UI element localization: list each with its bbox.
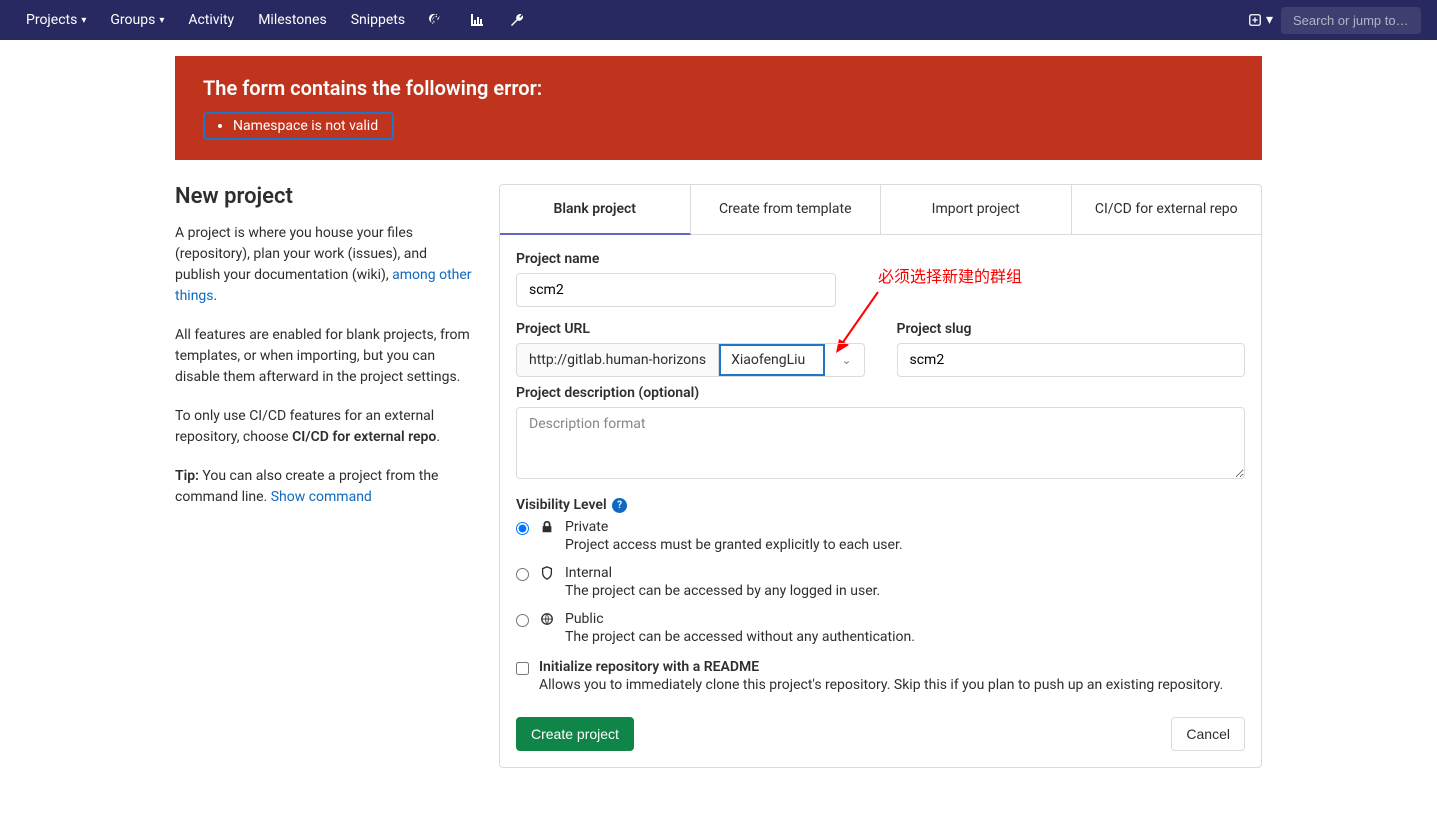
description-label: Project description (optional) xyxy=(516,385,1245,401)
project-url-label: Project URL xyxy=(516,321,865,337)
nav-snippets[interactable]: Snippets xyxy=(341,6,415,34)
visibility-private-desc: Project access must be granted explicitl… xyxy=(565,537,903,553)
show-command-link[interactable]: Show command xyxy=(271,489,372,505)
nav-activity[interactable]: Activity xyxy=(178,6,244,34)
create-project-button[interactable]: Create project xyxy=(516,717,634,751)
project-name-label: Project name xyxy=(516,251,1245,267)
visibility-public-title: Public xyxy=(565,611,915,627)
create-new-dropdown[interactable]: ▾ xyxy=(1248,12,1273,28)
project-slug-input[interactable] xyxy=(897,343,1246,377)
sidebar-para-3: To only use CI/CD features for an extern… xyxy=(175,406,475,448)
alert-title: The form contains the following error: xyxy=(203,76,1234,100)
visibility-public-radio[interactable] xyxy=(516,614,529,627)
chevron-down-icon: ▾ xyxy=(159,15,164,26)
nav-projects[interactable]: Projects ▾ xyxy=(16,6,96,34)
visibility-internal-desc: The project can be accessed by any logge… xyxy=(565,583,880,599)
sidebar-tip: Tip: You can also create a project from … xyxy=(175,466,475,508)
visibility-internal-radio[interactable] xyxy=(516,568,529,581)
visibility-private-radio[interactable] xyxy=(516,522,529,535)
nav-groups-label: Groups xyxy=(110,12,155,28)
shield-icon xyxy=(539,566,555,580)
plus-icon xyxy=(1248,13,1262,27)
tab-create-from-template[interactable]: Create from template xyxy=(691,185,882,234)
chevron-down-icon: ▾ xyxy=(1266,12,1273,28)
description-input[interactable] xyxy=(516,407,1245,479)
nav-snippets-label: Snippets xyxy=(351,12,405,28)
tabs: Blank project Create from template Impor… xyxy=(500,185,1261,235)
sidebar-para-2: All features are enabled for blank proje… xyxy=(175,325,475,388)
sidebar: New project A project is where you house… xyxy=(175,184,475,768)
namespace-select[interactable]: XiaofengLiu ⌄ xyxy=(718,343,864,377)
alert-error-item: Namespace is not valid xyxy=(233,118,378,134)
readme-label: Initialize repository with a README xyxy=(539,659,1223,675)
navbar: Projects ▾ Groups ▾ Activity Milestones Sn… xyxy=(0,0,1437,40)
tab-import-project[interactable]: Import project xyxy=(881,185,1072,234)
nav-milestones[interactable]: Milestones xyxy=(248,6,337,34)
page-title: New project xyxy=(175,184,475,209)
globe-icon xyxy=(539,612,555,626)
namespace-value: XiaofengLiu xyxy=(731,352,805,368)
main-panel: Blank project Create from template Impor… xyxy=(499,184,1262,768)
help-icon[interactable]: ? xyxy=(612,498,627,513)
tab-cicd-external[interactable]: CI/CD for external repo xyxy=(1072,185,1262,234)
visibility-private-title: Private xyxy=(565,519,903,535)
nav-right: ▾ xyxy=(1248,7,1421,34)
form-body: 必须选择新建的群组 Project name Project URL http:… xyxy=(500,235,1261,767)
chart-icon[interactable] xyxy=(459,6,495,34)
nav-groups[interactable]: Groups ▾ xyxy=(100,6,174,34)
tab-blank-project[interactable]: Blank project xyxy=(500,185,691,235)
project-url-prefix: http://gitlab.human-horizons xyxy=(516,343,718,377)
chevron-down-icon: ⌄ xyxy=(841,353,851,367)
readme-desc: Allows you to immediately clone this pro… xyxy=(539,677,1223,693)
wrench-icon[interactable] xyxy=(499,6,535,34)
sidebar-para-1: A project is where you house your files … xyxy=(175,223,475,307)
nav-milestones-label: Milestones xyxy=(258,12,327,28)
readme-checkbox[interactable] xyxy=(516,662,529,675)
visibility-public-desc: The project can be accessed without any … xyxy=(565,629,915,645)
cancel-button[interactable]: Cancel xyxy=(1171,717,1245,751)
project-slug-label: Project slug xyxy=(897,321,1246,337)
project-name-input[interactable] xyxy=(516,273,836,307)
error-alert: The form contains the following error: N… xyxy=(175,56,1262,160)
alert-errors-box: Namespace is not valid xyxy=(203,112,394,140)
lock-icon xyxy=(539,520,555,534)
gauge-icon[interactable] xyxy=(419,6,455,34)
visibility-internal-title: Internal xyxy=(565,565,880,581)
nav-left: Projects ▾ Groups ▾ Activity Milestones Sn… xyxy=(16,6,535,34)
visibility-label: Visibility Level ? xyxy=(516,497,1245,513)
search-input[interactable] xyxy=(1281,7,1421,34)
chevron-down-icon: ▾ xyxy=(81,15,86,26)
nav-projects-label: Projects xyxy=(26,12,77,28)
nav-activity-label: Activity xyxy=(188,12,234,28)
